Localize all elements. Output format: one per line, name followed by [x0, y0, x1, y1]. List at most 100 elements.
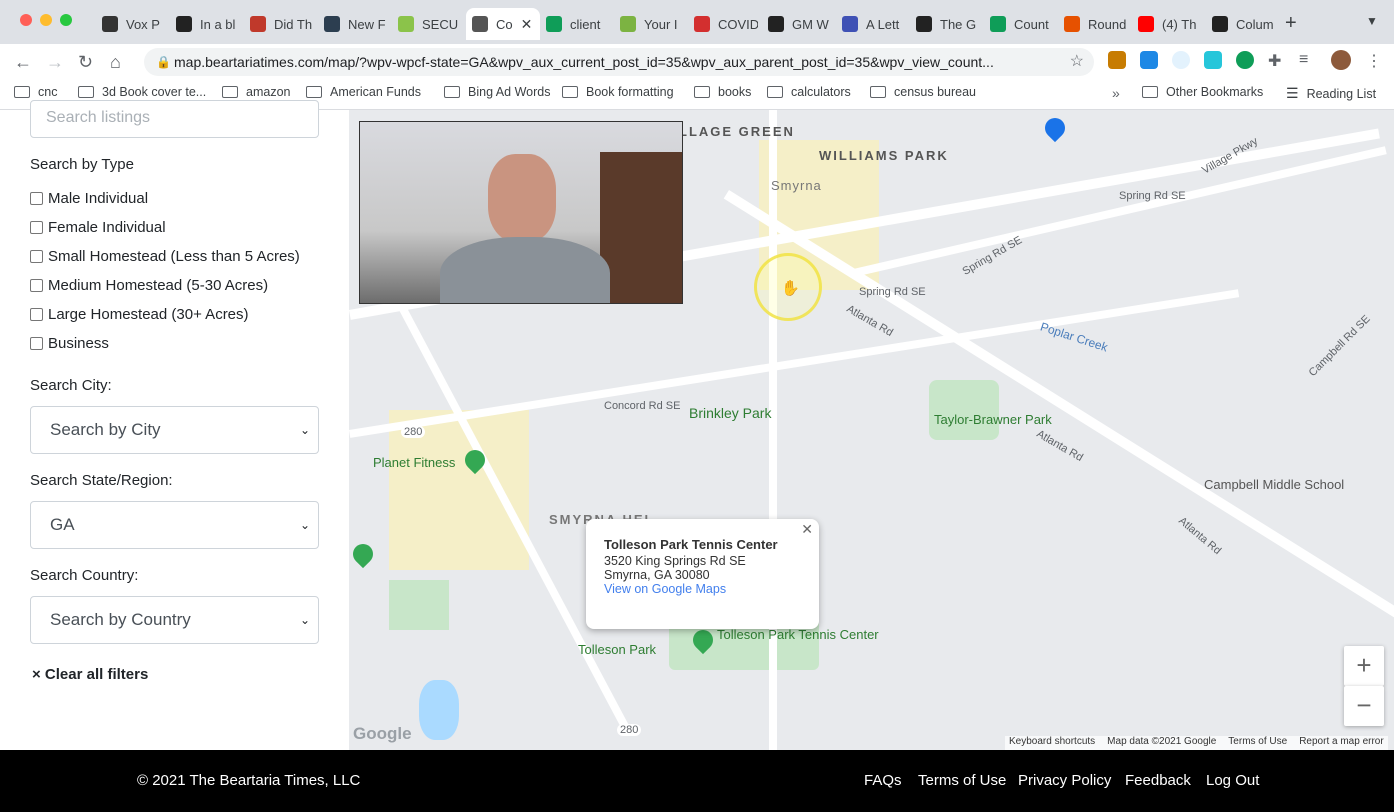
- footer-link-feedback[interactable]: Feedback: [1125, 772, 1191, 789]
- address-bar[interactable]: 🔒 map.beartariatimes.com/map/?wpv-wpcf-s…: [144, 48, 1094, 76]
- folder-icon: [767, 86, 783, 98]
- bookmark-item[interactable]: books: [694, 85, 751, 99]
- webcam-overlay: [359, 121, 683, 304]
- checkbox-box[interactable]: [30, 192, 43, 205]
- close-tab-icon[interactable]: ✕: [521, 16, 533, 33]
- bookmark-item[interactable]: census bureau: [870, 85, 976, 99]
- footer-link-logout[interactable]: Log Out: [1206, 772, 1259, 789]
- folder-icon: [222, 86, 238, 98]
- bookmark-item[interactable]: American Funds: [306, 85, 421, 99]
- checkbox-box[interactable]: [30, 221, 43, 234]
- more-bookmarks-icon[interactable]: »: [1112, 85, 1120, 101]
- tab-label: COVID: [718, 16, 758, 32]
- zoom-out-button[interactable]: −: [1344, 686, 1384, 726]
- browser-tab[interactable]: COVID: [688, 8, 758, 40]
- city-select[interactable]: Search by City ⌄: [30, 406, 319, 454]
- checkbox-label: Business: [48, 335, 109, 352]
- extension-icon[interactable]: [1236, 51, 1254, 69]
- type-checkbox[interactable]: Female Individual: [30, 219, 166, 236]
- extension-icon[interactable]: [1172, 51, 1190, 69]
- browser-tab[interactable]: Round: [1058, 8, 1128, 40]
- checkbox-box[interactable]: [30, 279, 43, 292]
- bookmark-item[interactable]: amazon: [222, 85, 290, 99]
- route-shield: 280: [401, 426, 426, 438]
- checkbox-label: Large Homestead (30+ Acres): [48, 306, 249, 323]
- forward-icon[interactable]: →: [46, 52, 64, 73]
- extension-icon[interactable]: [1140, 51, 1158, 69]
- tab-favicon-icon: [916, 16, 932, 32]
- map-pin-icon[interactable]: [1040, 113, 1070, 143]
- minimize-window-button[interactable]: [40, 14, 52, 26]
- footer-link-terms[interactable]: Terms of Use: [918, 772, 1006, 789]
- bookmark-item[interactable]: cnc: [14, 85, 57, 99]
- browser-tab[interactable]: GM W: [762, 8, 832, 40]
- footer-link-faqs[interactable]: FAQs: [864, 772, 902, 789]
- extension-icon[interactable]: [1108, 51, 1126, 69]
- zoom-in-button[interactable]: +: [1344, 646, 1384, 686]
- bookmark-item[interactable]: Bing Ad Words: [444, 85, 550, 99]
- browser-tab[interactable]: Vox P: [96, 8, 166, 40]
- tab-label: New F: [348, 16, 386, 32]
- back-icon[interactable]: ←: [14, 52, 32, 73]
- tab-search-icon[interactable]: ▼: [1366, 14, 1378, 28]
- avatar[interactable]: [1331, 50, 1351, 70]
- browser-tab[interactable]: Colum: [1206, 8, 1276, 40]
- bookmark-label: Bing Ad Words: [468, 85, 551, 99]
- puzzle-icon[interactable]: ✚: [1268, 51, 1281, 71]
- extension-icon[interactable]: [1204, 51, 1222, 69]
- browser-tab[interactable]: (4) Th: [1132, 8, 1202, 40]
- checkbox-box[interactable]: [30, 337, 43, 350]
- country-heading: Search Country:: [30, 567, 139, 584]
- bookmark-item[interactable]: Book formatting: [562, 85, 674, 99]
- type-checkbox[interactable]: Small Homestead (Less than 5 Acres): [30, 248, 300, 265]
- reading-list-label: Reading List: [1306, 86, 1377, 101]
- reading-list[interactable]: ☰ Reading List: [1286, 85, 1376, 102]
- browser-tab[interactable]: A Lett: [836, 8, 906, 40]
- footer-link-privacy[interactable]: Privacy Policy: [1018, 772, 1111, 789]
- browser-tab[interactable]: SECU: [392, 8, 462, 40]
- bookmark-item[interactable]: 3d Book cover te...: [78, 85, 206, 99]
- checkbox-box[interactable]: [30, 250, 43, 263]
- country-select-value: Search by Country: [50, 610, 191, 629]
- type-checkbox[interactable]: Medium Homestead (5-30 Acres): [30, 277, 268, 294]
- other-bookmarks[interactable]: Other Bookmarks: [1142, 85, 1263, 99]
- copyright-text: © 2021 The Beartaria Times, LLC: [137, 772, 361, 789]
- view-on-google-maps-link[interactable]: View on Google Maps: [604, 582, 801, 596]
- state-select[interactable]: GA ⌄: [30, 501, 319, 549]
- browser-tab[interactable]: Your I: [614, 8, 684, 40]
- country-select[interactable]: Search by Country ⌄: [30, 596, 319, 644]
- browser-tab[interactable]: Co ✕: [466, 8, 540, 40]
- zoom-window-button[interactable]: [60, 14, 72, 26]
- media-icon[interactable]: ≡: [1299, 51, 1308, 69]
- report-error-link[interactable]: Report a map error: [1299, 736, 1383, 750]
- bookmark-star-icon[interactable]: ☆: [1070, 48, 1084, 76]
- bookmark-item[interactable]: calculators: [767, 85, 851, 99]
- type-checkbox[interactable]: Male Individual: [30, 190, 148, 207]
- type-checkbox[interactable]: Business: [30, 335, 109, 352]
- close-window-button[interactable]: [20, 14, 32, 26]
- new-tab-button[interactable]: +: [1285, 12, 1297, 35]
- browser-tab[interactable]: Count: [984, 8, 1054, 40]
- terms-link[interactable]: Terms of Use: [1228, 736, 1287, 750]
- tab-label: The G: [940, 16, 977, 32]
- bookmark-label: cnc: [38, 85, 58, 99]
- browser-tab[interactable]: Did Th: [244, 8, 314, 40]
- menu-icon[interactable]: ⋮: [1366, 51, 1382, 71]
- map-pin-icon[interactable]: [349, 539, 378, 569]
- tab-label: In a bl: [200, 16, 236, 32]
- browser-tab[interactable]: The G: [910, 8, 980, 40]
- clear-filters-link[interactable]: × Clear all filters: [32, 666, 148, 683]
- browser-tab[interactable]: client: [540, 8, 610, 40]
- close-icon[interactable]: ✕: [801, 521, 813, 538]
- browser-tab[interactable]: In a bl: [170, 8, 240, 40]
- browser-tab[interactable]: New F: [318, 8, 388, 40]
- park-area: [929, 380, 999, 440]
- type-checkbox[interactable]: Large Homestead (30+ Acres): [30, 306, 249, 323]
- bookmark-label: Book formatting: [586, 85, 674, 99]
- home-icon[interactable]: ⌂: [110, 52, 121, 73]
- tab-label: Your I: [644, 16, 678, 32]
- reload-icon[interactable]: ↻: [78, 52, 93, 73]
- checkbox-box[interactable]: [30, 308, 43, 321]
- search-input[interactable]: Search listings: [30, 100, 319, 138]
- keyboard-shortcuts-link[interactable]: Keyboard shortcuts: [1009, 736, 1095, 750]
